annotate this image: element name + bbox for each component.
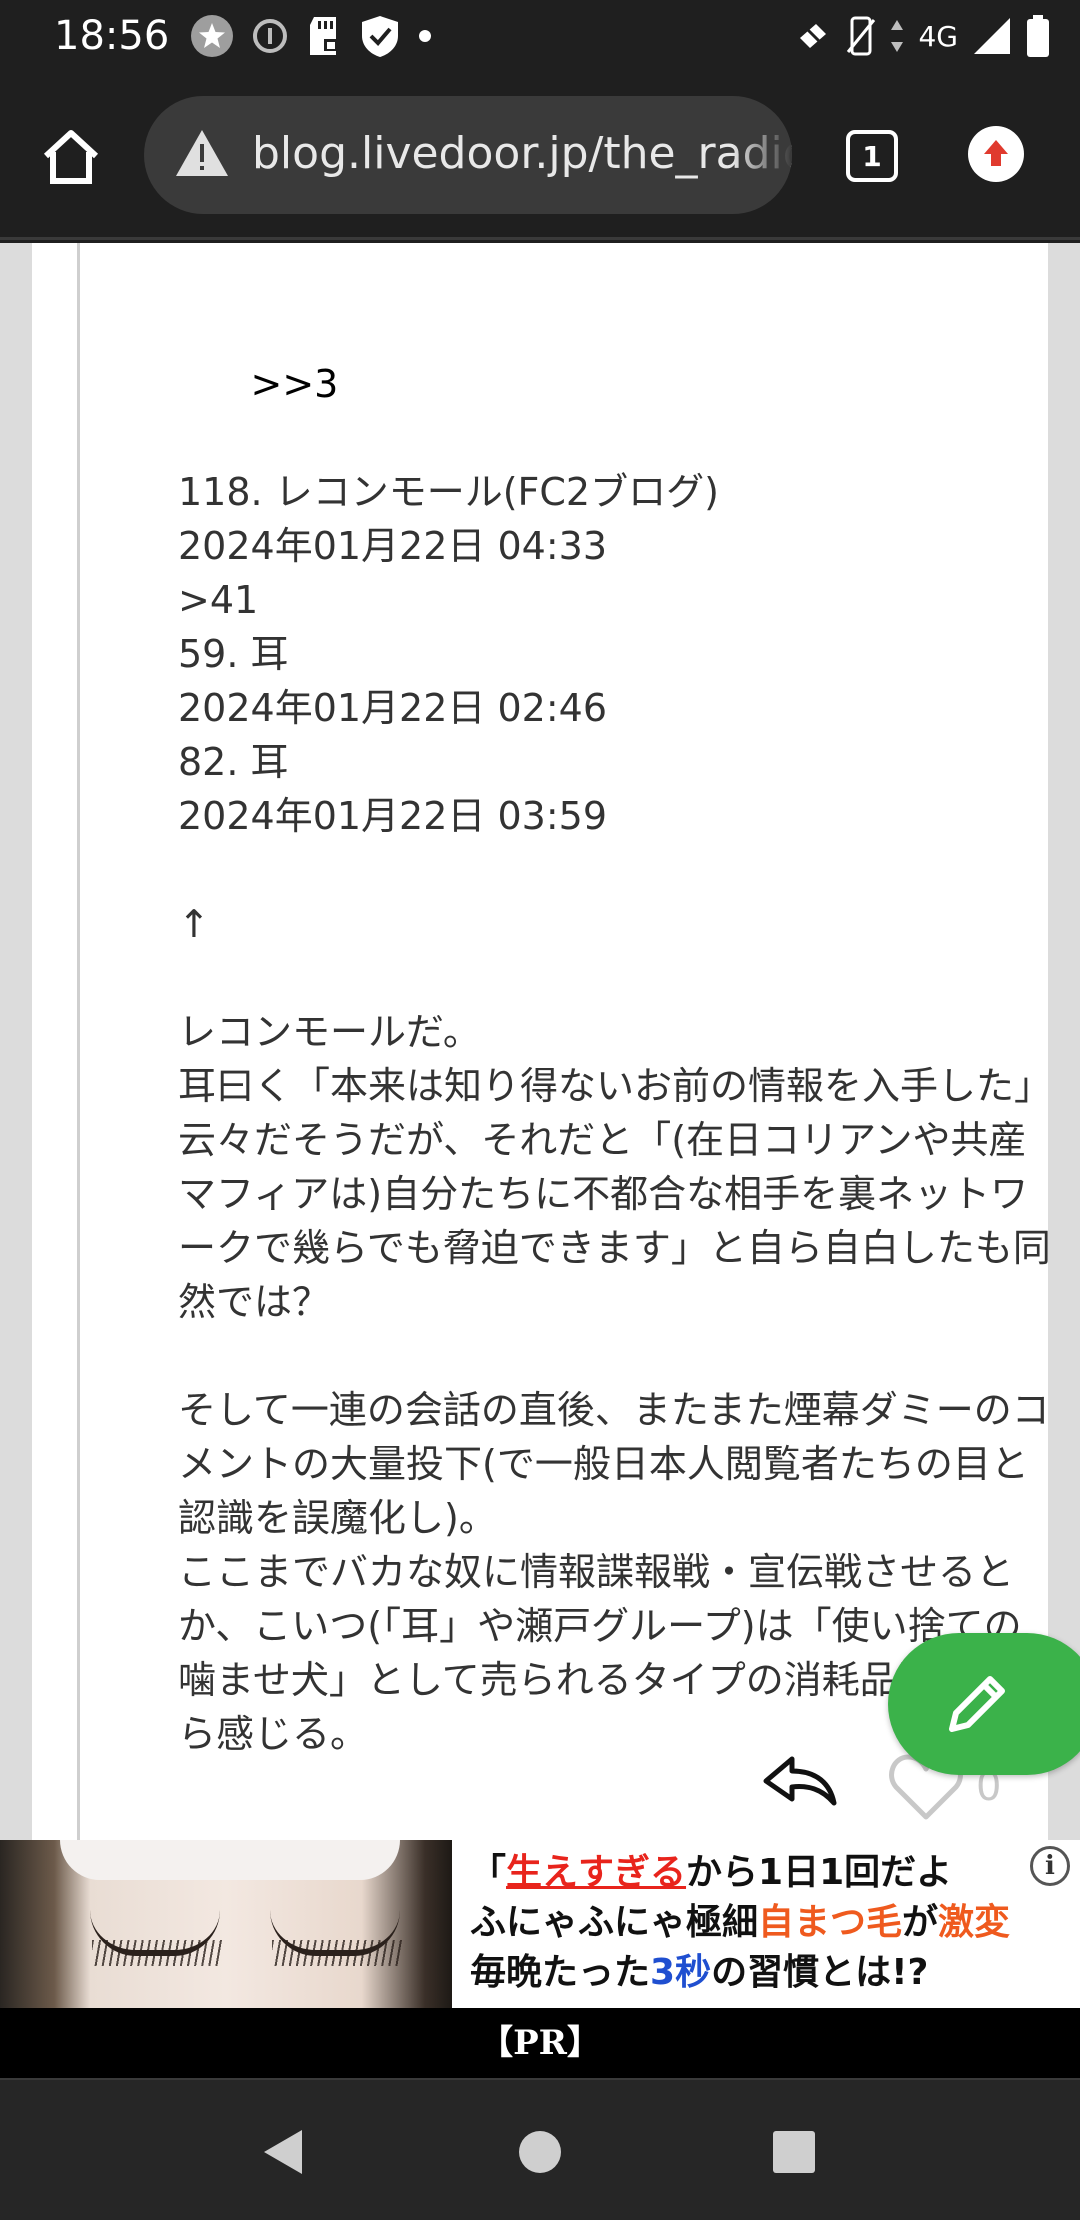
- browser-toolbar: blog.livedoor.jp/the_radio 1: [0, 72, 1080, 240]
- ad-line-2: ふにゃふにゃ極細自まつ毛が激変: [470, 1898, 1070, 1948]
- status-bar: 18:56 4G: [0, 0, 1080, 72]
- ad-image-lash: [272, 1940, 402, 1966]
- comment-line: 118. レコンモール(FC2ブログ): [178, 470, 719, 514]
- comment-line: 59. 耳: [178, 632, 289, 676]
- network-type: 4G: [918, 19, 958, 53]
- address-bar[interactable]: blog.livedoor.jp/the_radio: [144, 96, 792, 214]
- comment-line: 2024年01月22日 02:46: [178, 686, 608, 730]
- update-arrow-icon: [969, 127, 1023, 181]
- mute-icon: [796, 18, 832, 54]
- reply-button[interactable]: [762, 1753, 838, 1813]
- ad-text-highlight: 自まつ毛: [758, 1902, 903, 1943]
- ad-info-icon[interactable]: i: [1030, 1846, 1070, 1886]
- warning-icon[interactable]: [174, 128, 230, 182]
- ad-text-highlight: 激変: [938, 1902, 1011, 1943]
- ad-text-highlight: 生えすぎる: [506, 1852, 687, 1893]
- ad-banner[interactable]: 「生えすぎるから1日1回だよ ふにゃふにゃ極細自まつ毛が激変 毎晩たった3秒の習…: [0, 1840, 1080, 2008]
- home-icon: [43, 130, 99, 184]
- comment-line: 82. 耳: [178, 740, 289, 784]
- dot-icon: [418, 29, 432, 43]
- signal-icon: [972, 16, 1012, 56]
- url-text[interactable]: blog.livedoor.jp/the_radio: [252, 126, 792, 182]
- pencil-icon: [949, 1676, 1005, 1732]
- comment-body: >>3 118. レコンモール(FC2ブログ) 2024年01月22日 04:3…: [178, 303, 1058, 1815]
- status-icons-right: 4G: [796, 14, 1050, 58]
- comment-line: 2024年01月22日 03:59: [178, 794, 608, 838]
- ad-text-highlight: 3秒: [650, 1952, 712, 1993]
- pr-label: 【PR】: [0, 2008, 1080, 2078]
- sd-card-icon: [306, 15, 342, 57]
- ad-text-part: が: [902, 1902, 939, 1943]
- recents-square-icon: [773, 2131, 815, 2173]
- back-button[interactable]: [252, 2122, 312, 2182]
- reply-anchor-link[interactable]: >>3: [250, 362, 338, 406]
- comment-line: 耳曰く「本来は知り得ないお前の情報を入手した」云々だそうだが、それだと「(在日コ…: [178, 1064, 1053, 1324]
- ad-image-lash: [92, 1940, 222, 1966]
- status-icons-left: [190, 14, 432, 58]
- ad-image-cap: [60, 1840, 400, 1880]
- comment-line: そして一連の会話の直後、またまた煙幕ダミーのコメントの大量投下(で一般日本人閲覧…: [178, 1388, 1050, 1540]
- info-circle-icon: [252, 18, 288, 54]
- compose-fab[interactable]: [888, 1633, 1080, 1775]
- comment-line: >41: [178, 578, 259, 622]
- ad-line-3: 毎晩たった3秒の習慣とは!?: [470, 1948, 1070, 1998]
- shield-check-icon: [360, 14, 400, 58]
- comment-line: 2024年01月22日 04:33: [178, 524, 608, 568]
- recents-button[interactable]: [764, 2122, 824, 2182]
- back-triangle-icon: [264, 2130, 302, 2174]
- battery-icon: [1026, 15, 1050, 57]
- ad-line-1: 「生えすぎるから1日1回だよ: [470, 1848, 1070, 1898]
- ad-text-part: 「: [470, 1852, 507, 1893]
- home-button[interactable]: [36, 122, 106, 192]
- data-arrows-icon: [890, 18, 904, 54]
- tab-switcher-button[interactable]: 1: [846, 130, 898, 182]
- vibrate-icon: [846, 16, 876, 56]
- comment-line: レコンモールだ。: [178, 1010, 481, 1054]
- reply-icon: [763, 1756, 837, 1806]
- thread-line: [77, 243, 80, 1840]
- ad-text[interactable]: 「生えすぎるから1日1回だよ ふにゃふにゃ極細自まつ毛が激変 毎晩たった3秒の習…: [470, 1848, 1070, 1998]
- ad-text-part: の習慣とは!?: [711, 1952, 929, 1993]
- ad-text-part: 毎晩たった: [470, 1952, 651, 1993]
- ad-eyelash-image[interactable]: [0, 1840, 452, 2008]
- url-fade: [732, 96, 792, 214]
- page-content: >>3 118. レコンモール(FC2ブログ) 2024年01月22日 04:3…: [0, 243, 1080, 1840]
- home-circle-icon: [519, 2131, 561, 2173]
- update-button[interactable]: [968, 126, 1024, 182]
- system-nav-bar: [0, 2078, 1080, 2220]
- home-nav-button[interactable]: [510, 2122, 570, 2182]
- star-badge-icon: [190, 14, 234, 58]
- ad-text-part: ふにゃふにゃ極細: [470, 1902, 759, 1943]
- ad-text-part: から1日1回だよ: [686, 1852, 953, 1893]
- comment-card: >>3 118. レコンモール(FC2ブログ) 2024年01月22日 04:3…: [32, 243, 1052, 1840]
- status-time: 18:56: [54, 13, 170, 59]
- comment-line: ↑: [178, 902, 210, 946]
